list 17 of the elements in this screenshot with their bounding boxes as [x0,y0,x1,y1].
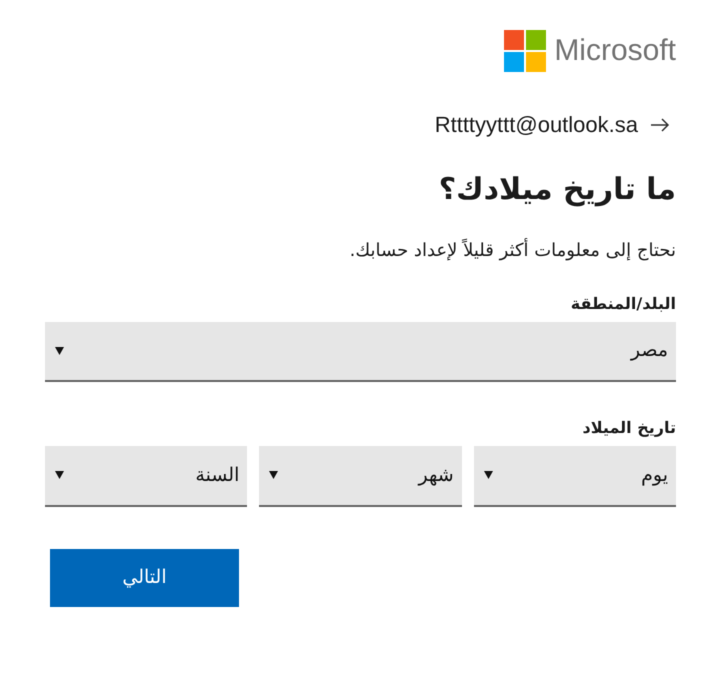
arrow-right-icon[interactable] [650,118,670,132]
caret-icon [55,471,64,479]
subtitle-text: نحتاج إلى معلومات أكثر قليلاً لإعداد حسابك. [350,237,676,262]
page-heading: ما تاريخ ميلادك؟ [438,171,676,208]
next-button[interactable]: التالي [50,548,239,606]
date-select[interactable]: السنة [45,446,248,506]
logo-icon [504,30,546,72]
country-select[interactable]: مصر [45,322,676,382]
logo-text: Microsoft [554,36,676,66]
caret-icon [269,471,278,479]
date-select[interactable]: شهر [259,446,462,506]
caret-icon [484,471,493,479]
birthdate-label: تاريخ الميلاد [582,416,676,439]
date-select[interactable]: يوم [474,446,676,506]
country-label: البلد/المنطقة [570,292,676,314]
caret-icon [55,346,64,354]
account-email: Rttttyyttt@outlook.sa [434,111,638,139]
